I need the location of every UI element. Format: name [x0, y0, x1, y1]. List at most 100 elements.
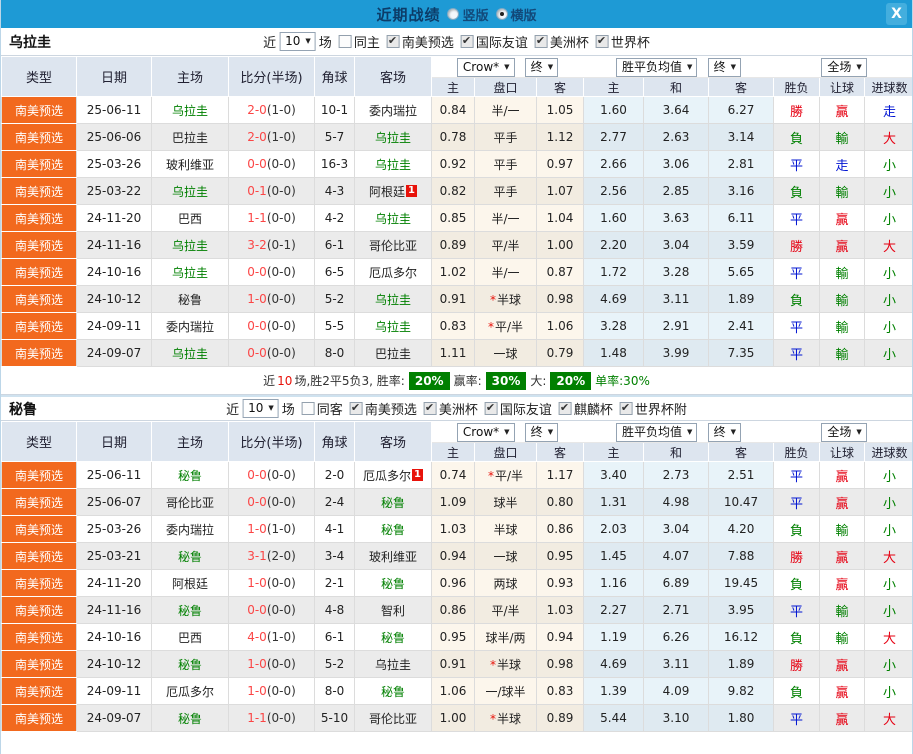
competition-label[interactable]: 麒麟杯: [574, 399, 613, 418]
col-header-away: 客场: [354, 56, 432, 97]
match-count-select[interactable]: 10 ▼: [242, 399, 279, 418]
bookmaker-select[interactable]: Crow* ▼: [456, 57, 515, 77]
handicap-result: 輸: [819, 623, 866, 651]
asian-handicap: 一/球半: [474, 677, 537, 705]
asian-handicap: 球半/两: [474, 623, 537, 651]
euro-draw-odds: 3.10: [643, 704, 710, 732]
match-date: 25-06-11: [76, 96, 152, 124]
euro-draw-odds: 6.26: [643, 623, 710, 651]
match-date: 24-10-12: [76, 650, 152, 678]
wdl-result: 平: [773, 461, 821, 489]
same-venue-checkbox[interactable]: [338, 35, 352, 48]
asian-home-odds: 0.95: [431, 623, 475, 651]
score: 1-0(0-0): [228, 569, 315, 597]
asian-home-odds: 1.02: [431, 258, 475, 286]
match-row: 南美预选 25-03-21 秘鲁 3-1(2-0) 3-4 玻利维亚 0.94 一球 0.95 1…: [1, 542, 912, 570]
corners: 5-2: [314, 650, 355, 678]
uruguay-section-header: 乌拉圭 近 10▼ 场 同主 南美预选 国际友谊 美洲杯 世界杯: [1, 28, 912, 56]
bookmaker-select[interactable]: Crow* ▼: [456, 422, 515, 442]
match-count-select[interactable]: 10 ▼: [279, 32, 316, 51]
score: 0-0(0-0): [228, 339, 315, 367]
away-team: 乌拉圭: [354, 204, 432, 232]
filter-bar: 近 10▼ 场 同客 南美预选 美洲杯 国际友谊 麒麟杯 世界杯附: [226, 399, 687, 418]
competition-label[interactable]: 美洲杯: [550, 32, 589, 51]
competition-label[interactable]: 美洲杯: [439, 399, 478, 418]
col-header-asian-home: 主: [431, 77, 475, 97]
chevron-down-icon: ▼: [504, 427, 510, 436]
asian-home-odds: 0.91: [431, 650, 475, 678]
odds-stage-select[interactable]: 终 ▼: [524, 57, 559, 77]
competition-type: 南美预选: [1, 677, 77, 705]
competition-label[interactable]: 世界杯: [611, 32, 650, 51]
filter-bar: 近 10▼ 场 同主 南美预选 国际友谊 美洲杯 世界杯: [263, 32, 650, 51]
euro-home-odds: 1.60: [583, 96, 645, 124]
wdl-result: 負: [773, 177, 821, 205]
col-header-score: 比分(半场): [228, 421, 315, 462]
corners: 6-5: [314, 258, 355, 286]
peru-section-header: 秘鲁 近 10▼ 场 同客 南美预选 美洲杯 国际友谊 麒麟杯 世界杯附: [1, 397, 912, 421]
team-name: 乌拉圭: [9, 34, 51, 51]
col-header-result-handicap: 让球: [819, 442, 866, 462]
competition-type: 南美预选: [1, 515, 77, 543]
vertical-layout-label[interactable]: 竖版: [462, 5, 488, 24]
score: 0-0(0-0): [228, 461, 315, 489]
away-team: 乌拉圭: [354, 285, 432, 313]
goals-result: 小: [864, 461, 912, 489]
competition-label[interactable]: 南美预选: [365, 399, 417, 418]
wdl-result: 負: [773, 123, 821, 151]
competition-checkbox[interactable]: [349, 401, 363, 415]
competition-checkbox[interactable]: [619, 401, 633, 415]
col-header-home: 主场: [151, 421, 229, 462]
competition-checkbox[interactable]: [423, 401, 437, 415]
euro-home-odds: 4.69: [583, 285, 645, 313]
euro-odds-select[interactable]: 胜平负均值 ▼: [616, 57, 698, 77]
away-team: 厄瓜多尔 1: [354, 461, 432, 489]
uruguay-matches-table: 类型 日期 主场 比分(半场) 角球 客场 Crow* ▼ 终 ▼ 胜平负均值 ▼ 终…: [1, 56, 912, 367]
goals-result: 小: [864, 150, 912, 178]
scope-select[interactable]: 全场 ▼: [821, 422, 867, 442]
competition-type: 南美预选: [1, 569, 77, 597]
team-name: 秘鲁: [9, 401, 37, 418]
asian-odds-group-header: Crow* ▼ 终 ▼: [430, 56, 585, 78]
away-team: 乌拉圭: [354, 650, 432, 678]
euro-home-odds: 1.31: [583, 488, 645, 516]
euro-odds-select[interactable]: 胜平负均值 ▼: [616, 422, 698, 442]
euro-stage-select[interactable]: 终 ▼: [707, 422, 741, 442]
odds-stage-select[interactable]: 终 ▼: [524, 422, 559, 442]
competition-label[interactable]: 国际友谊: [476, 32, 528, 51]
asian-handicap: 球半: [474, 488, 537, 516]
asian-home-odds: 0.96: [431, 569, 475, 597]
competition-checkbox[interactable]: [595, 34, 609, 48]
close-button[interactable]: X: [886, 3, 907, 25]
euro-away-odds: 19.45: [708, 569, 775, 597]
competition-checkbox[interactable]: [460, 34, 474, 48]
horizontal-layout-label[interactable]: 横版: [511, 5, 537, 24]
same-venue-checkbox[interactable]: [301, 402, 315, 415]
goals-result: 小: [864, 596, 912, 624]
competition-checkbox[interactable]: [558, 401, 572, 415]
competition-checkbox[interactable]: [386, 34, 400, 48]
same-venue-label[interactable]: 同客: [317, 399, 343, 418]
goals-result: 小: [864, 204, 912, 232]
horizontal-layout-radio[interactable]: [495, 8, 508, 20]
scope-select[interactable]: 全场 ▼: [821, 57, 867, 77]
competition-label[interactable]: 国际友谊: [500, 399, 552, 418]
euro-home-odds: 2.66: [583, 150, 645, 178]
chevron-down-icon: ▼: [730, 62, 736, 71]
asian-away-odds: 0.79: [535, 339, 585, 367]
competition-label[interactable]: 南美预选: [402, 32, 454, 51]
goals-result: 小: [864, 677, 912, 705]
competition-label[interactable]: 世界杯附: [635, 399, 687, 418]
home-team: 乌拉圭: [151, 339, 229, 367]
goals-result: 小: [864, 488, 912, 516]
competition-checkbox[interactable]: [534, 34, 548, 48]
competition-checkbox[interactable]: [484, 401, 498, 415]
handicap-result: 輸: [819, 339, 866, 367]
handicap-rate-badge: 30%: [485, 371, 527, 390]
same-venue-label[interactable]: 同主: [354, 32, 380, 51]
goals-result: 小: [864, 650, 912, 678]
match-row: 南美预选 24-09-11 厄瓜多尔 1-0(0-0) 8-0 秘鲁 1.06 一/球半 0.8…: [1, 677, 912, 705]
euro-draw-odds: 4.09: [643, 677, 710, 705]
vertical-layout-radio[interactable]: [447, 8, 460, 20]
euro-stage-select[interactable]: 终 ▼: [707, 57, 741, 77]
